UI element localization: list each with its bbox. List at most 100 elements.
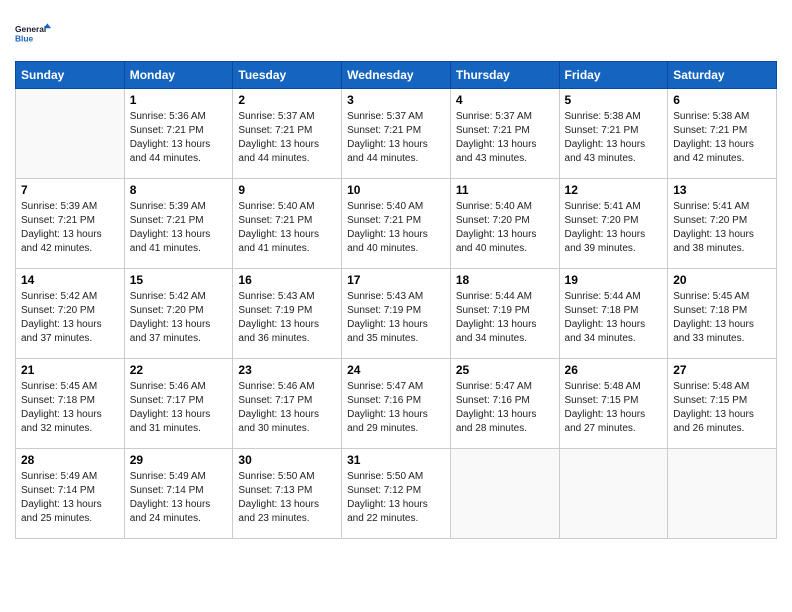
day-info: Sunrise: 5:49 AM Sunset: 7:14 PM Dayligh… (21, 470, 119, 526)
calendar-cell (16, 89, 125, 179)
day-info: Sunrise: 5:41 AM Sunset: 7:20 PM Dayligh… (565, 200, 663, 256)
day-info: Sunrise: 5:40 AM Sunset: 7:20 PM Dayligh… (456, 200, 554, 256)
calendar-cell: 9 Sunrise: 5:40 AM Sunset: 7:21 PM Daylig… (233, 179, 342, 269)
day-number: 14 (21, 273, 119, 287)
weekday-header-monday: Monday (124, 62, 233, 89)
day-number: 4 (456, 93, 554, 107)
day-info: Sunrise: 5:50 AM Sunset: 7:12 PM Dayligh… (347, 470, 445, 526)
week-row-3: 14 Sunrise: 5:42 AM Sunset: 7:20 PM Dayli… (16, 269, 777, 359)
day-info: Sunrise: 5:44 AM Sunset: 7:19 PM Dayligh… (456, 290, 554, 346)
day-number: 20 (673, 273, 771, 287)
day-number: 19 (565, 273, 663, 287)
calendar-cell: 18 Sunrise: 5:44 AM Sunset: 7:19 PM Dayli… (450, 269, 559, 359)
calendar-cell: 22 Sunrise: 5:46 AM Sunset: 7:17 PM Dayli… (124, 359, 233, 449)
calendar-cell: 21 Sunrise: 5:45 AM Sunset: 7:18 PM Dayli… (16, 359, 125, 449)
page-header: General Blue (15, 15, 777, 51)
calendar-cell: 8Sunrise: 5:39 AM Sunset: 7:21 PM Daylig… (124, 179, 233, 269)
day-info: Sunrise: 5:47 AM Sunset: 7:16 PM Dayligh… (456, 380, 554, 436)
calendar-cell: 27Sunrise: 5:48 AM Sunset: 7:15 PM Dayli… (668, 359, 777, 449)
weekday-header-row: SundayMondayTuesdayWednesdayThursdayFrid… (16, 62, 777, 89)
day-info: Sunrise: 5:37 AM Sunset: 7:21 PM Dayligh… (347, 110, 445, 166)
day-info: Sunrise: 5:37 AM Sunset: 7:21 PM Dayligh… (456, 110, 554, 166)
day-number: 30 (238, 453, 336, 467)
calendar-cell: 25Sunrise: 5:47 AM Sunset: 7:16 PM Dayli… (450, 359, 559, 449)
logo: General Blue (15, 15, 51, 51)
day-info: Sunrise: 5:46 AM Sunset: 7:17 PM Dayligh… (130, 380, 228, 436)
calendar-cell: 15 Sunrise: 5:42 AM Sunset: 7:20 PM Dayli… (124, 269, 233, 359)
day-number: 31 (347, 453, 445, 467)
day-info: Sunrise: 5:38 AM Sunset: 7:21 PM Dayligh… (565, 110, 663, 166)
day-info: Sunrise: 5:40 AM Sunset: 7:21 PM Dayligh… (238, 200, 336, 256)
day-info: Sunrise: 5:39 AM Sunset: 7:21 PM Dayligh… (21, 200, 119, 256)
day-info: Sunrise: 5:44 AM Sunset: 7:18 PM Dayligh… (565, 290, 663, 346)
calendar-cell: 1 Sunrise: 5:36 AM Sunset: 7:21 PM Daylig… (124, 89, 233, 179)
day-number: 2 (238, 93, 336, 107)
week-row-5: 28Sunrise: 5:49 AM Sunset: 7:14 PM Dayli… (16, 449, 777, 539)
day-info: Sunrise: 5:40 AM Sunset: 7:21 PM Dayligh… (347, 200, 445, 256)
calendar-cell: 11 Sunrise: 5:40 AM Sunset: 7:20 PM Dayli… (450, 179, 559, 269)
calendar-cell (450, 449, 559, 539)
day-info: Sunrise: 5:37 AM Sunset: 7:21 PM Dayligh… (238, 110, 336, 166)
day-info: Sunrise: 5:42 AM Sunset: 7:20 PM Dayligh… (21, 290, 119, 346)
day-info: Sunrise: 5:38 AM Sunset: 7:21 PM Dayligh… (673, 110, 771, 166)
day-info: Sunrise: 5:45 AM Sunset: 7:18 PM Dayligh… (21, 380, 119, 436)
weekday-header-sunday: Sunday (16, 62, 125, 89)
day-info: Sunrise: 5:42 AM Sunset: 7:20 PM Dayligh… (130, 290, 228, 346)
day-number: 1 (130, 93, 228, 107)
day-number: 10 (347, 183, 445, 197)
day-number: 23 (238, 363, 336, 377)
calendar-cell (668, 449, 777, 539)
weekday-header-tuesday: Tuesday (233, 62, 342, 89)
day-number: 6 (673, 93, 771, 107)
calendar-cell: 17 Sunrise: 5:43 AM Sunset: 7:19 PM Dayli… (342, 269, 451, 359)
calendar-cell: 24 Sunrise: 5:47 AM Sunset: 7:16 PM Dayli… (342, 359, 451, 449)
calendar-cell: 23 Sunrise: 5:46 AM Sunset: 7:17 PM Dayli… (233, 359, 342, 449)
day-number: 21 (21, 363, 119, 377)
calendar-cell: 16 Sunrise: 5:43 AM Sunset: 7:19 PM Dayli… (233, 269, 342, 359)
day-number: 9 (238, 183, 336, 197)
day-info: Sunrise: 5:47 AM Sunset: 7:16 PM Dayligh… (347, 380, 445, 436)
svg-text:Blue: Blue (15, 33, 34, 43)
day-info: Sunrise: 5:49 AM Sunset: 7:14 PM Dayligh… (130, 470, 228, 526)
day-number: 16 (238, 273, 336, 287)
calendar-cell: 19 Sunrise: 5:44 AM Sunset: 7:18 PM Dayli… (559, 269, 668, 359)
day-info: Sunrise: 5:46 AM Sunset: 7:17 PM Dayligh… (238, 380, 336, 436)
calendar-cell: 12 Sunrise: 5:41 AM Sunset: 7:20 PM Dayli… (559, 179, 668, 269)
day-number: 15 (130, 273, 228, 287)
calendar-cell: 30Sunrise: 5:50 AM Sunset: 7:13 PM Dayli… (233, 449, 342, 539)
svg-text:General: General (15, 24, 46, 34)
weekday-header-friday: Friday (559, 62, 668, 89)
day-info: Sunrise: 5:48 AM Sunset: 7:15 PM Dayligh… (565, 380, 663, 436)
day-number: 13 (673, 183, 771, 197)
day-number: 8 (130, 183, 228, 197)
calendar-cell (559, 449, 668, 539)
calendar-cell: 2 Sunrise: 5:37 AM Sunset: 7:21 PM Daylig… (233, 89, 342, 179)
week-row-4: 21 Sunrise: 5:45 AM Sunset: 7:18 PM Dayli… (16, 359, 777, 449)
day-number: 11 (456, 183, 554, 197)
day-number: 29 (130, 453, 228, 467)
calendar-cell: 10 Sunrise: 5:40 AM Sunset: 7:21 PM Dayli… (342, 179, 451, 269)
day-number: 5 (565, 93, 663, 107)
calendar-cell: 26 Sunrise: 5:48 AM Sunset: 7:15 PM Dayli… (559, 359, 668, 449)
calendar-cell: 5 Sunrise: 5:38 AM Sunset: 7:21 PM Daylig… (559, 89, 668, 179)
day-number: 24 (347, 363, 445, 377)
day-info: Sunrise: 5:43 AM Sunset: 7:19 PM Dayligh… (347, 290, 445, 346)
day-info: Sunrise: 5:48 AM Sunset: 7:15 PM Dayligh… (673, 380, 771, 436)
calendar-cell: 29 Sunrise: 5:49 AM Sunset: 7:14 PM Dayli… (124, 449, 233, 539)
calendar-cell: 6 Sunrise: 5:38 AM Sunset: 7:21 PM Daylig… (668, 89, 777, 179)
calendar-table: SundayMondayTuesdayWednesdayThursdayFrid… (15, 61, 777, 539)
day-number: 22 (130, 363, 228, 377)
day-number: 12 (565, 183, 663, 197)
calendar-cell: 3 Sunrise: 5:37 AM Sunset: 7:21 PM Daylig… (342, 89, 451, 179)
weekday-header-wednesday: Wednesday (342, 62, 451, 89)
day-number: 17 (347, 273, 445, 287)
day-number: 18 (456, 273, 554, 287)
day-number: 26 (565, 363, 663, 377)
calendar-cell: 20Sunrise: 5:45 AM Sunset: 7:18 PM Dayli… (668, 269, 777, 359)
day-info: Sunrise: 5:36 AM Sunset: 7:21 PM Dayligh… (130, 110, 228, 166)
weekday-header-saturday: Saturday (668, 62, 777, 89)
day-number: 3 (347, 93, 445, 107)
day-info: Sunrise: 5:43 AM Sunset: 7:19 PM Dayligh… (238, 290, 336, 346)
calendar-cell: 14 Sunrise: 5:42 AM Sunset: 7:20 PM Dayli… (16, 269, 125, 359)
day-number: 7 (21, 183, 119, 197)
